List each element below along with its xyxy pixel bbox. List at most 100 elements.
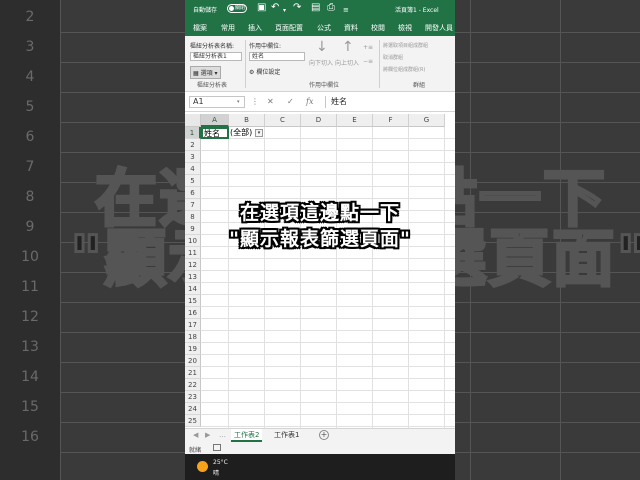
- bg-row-number: 5: [25, 99, 35, 115]
- tab-data[interactable]: 資料: [344, 23, 358, 33]
- sheet-tab-active[interactable]: 工作表2: [231, 429, 263, 442]
- grid-col-line: [336, 127, 337, 428]
- cell-b1[interactable]: (全部): [229, 127, 252, 139]
- options-icon: ▦: [193, 70, 199, 77]
- row-header[interactable]: 12: [185, 259, 201, 271]
- row-header[interactable]: 3: [185, 151, 201, 163]
- column-header-d[interactable]: D: [301, 114, 337, 127]
- column-header-g[interactable]: G: [409, 114, 445, 127]
- name-box-dropdown-icon[interactable]: ▾: [237, 99, 240, 105]
- group-field-button[interactable]: 將欄位組成群組(R): [383, 66, 425, 73]
- grid-row-line: [201, 354, 455, 355]
- tab-page-layout[interactable]: 頁面配置: [275, 23, 303, 33]
- prev-sheet-icon[interactable]: ◀: [193, 431, 198, 439]
- drill-up-icon[interactable]: ↑: [342, 40, 354, 54]
- row-header[interactable]: 13: [185, 271, 201, 283]
- grid-col-line: [444, 127, 445, 428]
- redo-icon[interactable]: ↷: [293, 3, 301, 13]
- weather-sun-icon[interactable]: [197, 461, 208, 472]
- row-header[interactable]: 21: [185, 367, 201, 379]
- grid-row-line: [201, 318, 455, 319]
- row-header[interactable]: 16: [185, 307, 201, 319]
- drill-up-label[interactable]: 向上切入: [335, 58, 359, 67]
- tab-formulas[interactable]: 公式: [317, 23, 331, 33]
- formula-input[interactable]: 姓名: [325, 96, 451, 108]
- row-header[interactable]: 25: [185, 415, 201, 427]
- expand-field-icon[interactable]: +≡: [363, 44, 373, 51]
- undo-dropdown-icon[interactable]: ▾: [283, 6, 286, 16]
- save-icon[interactable]: ▣: [257, 3, 266, 13]
- column-header-b[interactable]: B: [229, 114, 265, 127]
- bg-row-number: 14: [21, 369, 39, 385]
- drill-down-icon[interactable]: ↓: [316, 40, 328, 54]
- accessibility-icon[interactable]: [213, 444, 221, 451]
- add-sheet-icon[interactable]: +: [319, 430, 329, 440]
- tab-view[interactable]: 檢視: [398, 23, 412, 33]
- undo-icon[interactable]: ↶: [271, 3, 279, 13]
- tab-review[interactable]: 校閱: [371, 23, 385, 33]
- active-field-input[interactable]: 姓名: [249, 52, 305, 61]
- enter-icon[interactable]: ✓: [287, 97, 294, 106]
- row-header[interactable]: 14: [185, 283, 201, 295]
- grid-row-line: [201, 162, 455, 163]
- grid-col-line: [228, 127, 229, 428]
- row-header[interactable]: 23: [185, 391, 201, 403]
- field-settings-button[interactable]: ⚙ 欄位設定: [249, 67, 280, 76]
- group-label-active-field: 作用中欄位: [309, 82, 340, 89]
- next-sheet-icon[interactable]: ▶: [205, 431, 210, 439]
- taskbar: 25°C 晴: [185, 454, 455, 480]
- row-header[interactable]: 15: [185, 295, 201, 307]
- pivot-name-label: 樞紐分析表名稱:: [190, 43, 235, 50]
- tab-developer[interactable]: 開發人員: [425, 23, 453, 33]
- weather-condition: 晴: [213, 470, 220, 477]
- row-header[interactable]: 2: [185, 139, 201, 151]
- customize-qat-icon[interactable]: ≡: [343, 5, 349, 15]
- ungroup-button[interactable]: 取消群組: [383, 54, 403, 61]
- column-header-f[interactable]: F: [373, 114, 409, 127]
- select-all-corner[interactable]: [185, 114, 201, 127]
- row-header[interactable]: 5: [185, 175, 201, 187]
- cell-a1[interactable]: 姓名: [201, 127, 229, 139]
- collapse-field-icon[interactable]: −≡: [363, 58, 373, 65]
- bg-row-number: 10: [21, 249, 39, 265]
- sheet-overflow-icon[interactable]: …: [219, 431, 226, 439]
- pivot-options-button[interactable]: ▦ 選項 ▾: [190, 66, 221, 79]
- cancel-icon[interactable]: ✕: [267, 97, 274, 106]
- row-header[interactable]: 20: [185, 355, 201, 367]
- tab-home[interactable]: 常用: [221, 23, 235, 33]
- bg-row-number: 11: [21, 279, 39, 295]
- tab-insert[interactable]: 插入: [248, 23, 262, 33]
- group-label-grouping: 群組: [413, 82, 426, 89]
- worksheet-grid[interactable]: ABCDEFG 1 2 3 4 5 6 7 8 9 10 11 12 13 14 15 16 17 18 19 20 2…: [185, 114, 455, 428]
- column-header-e[interactable]: E: [337, 114, 373, 127]
- caption-line-1: 在選項這邊點一下: [239, 202, 400, 224]
- drill-down-label[interactable]: 向下切入: [309, 58, 333, 67]
- group-selection-button[interactable]: 將選取項目組成群組: [383, 42, 428, 49]
- print-icon[interactable]: ⎙: [327, 3, 335, 13]
- caption-line-2: "顯示報表篩選頁面": [229, 228, 411, 250]
- column-header-a[interactable]: A: [201, 114, 229, 127]
- grid-row-line: [201, 258, 455, 259]
- bg-row-number: 13: [21, 339, 39, 355]
- tab-file[interactable]: 檔案: [193, 23, 207, 33]
- row-header[interactable]: 18: [185, 331, 201, 343]
- row-header[interactable]: 6: [185, 187, 201, 199]
- row-header[interactable]: 24: [185, 403, 201, 415]
- insert-function-icon[interactable]: fx: [306, 97, 313, 106]
- row-header[interactable]: 22: [185, 379, 201, 391]
- grid-row-line: [201, 174, 455, 175]
- row-header[interactable]: 17: [185, 319, 201, 331]
- column-header-c[interactable]: C: [265, 114, 301, 127]
- autosave-toggle[interactable]: 關閉: [227, 4, 247, 13]
- status-bar: 就緒: [185, 442, 455, 454]
- row-header[interactable]: 1: [185, 127, 201, 139]
- ribbon-separator: [245, 40, 246, 88]
- grid-col-line: [300, 127, 301, 428]
- sheet-tab[interactable]: 工作表1: [271, 429, 302, 442]
- row-header[interactable]: 4: [185, 163, 201, 175]
- form-icon[interactable]: ▤: [311, 3, 320, 13]
- pivot-name-input[interactable]: 樞紐分析表1: [190, 52, 242, 61]
- row-header[interactable]: 19: [185, 343, 201, 355]
- bg-row-number: 12: [21, 309, 39, 325]
- filter-dropdown-icon[interactable]: ▾: [255, 129, 263, 137]
